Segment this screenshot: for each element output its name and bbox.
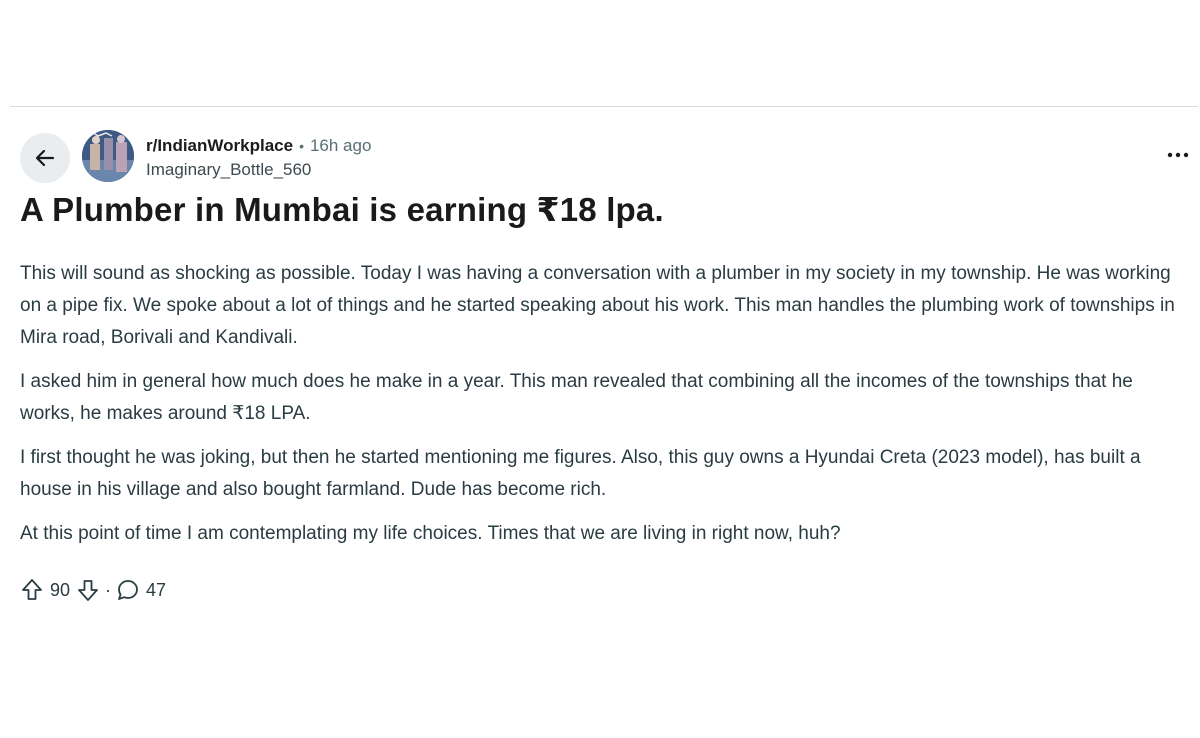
back-button[interactable] [20, 133, 70, 183]
post-meta: r/IndianWorkplace • 16h ago Imaginary_Bo… [146, 134, 371, 182]
avatar-image [82, 130, 134, 182]
subreddit-link[interactable]: r/IndianWorkplace [146, 136, 293, 156]
subreddit-avatar[interactable] [82, 130, 134, 182]
downvote-arrow-icon [78, 580, 98, 601]
vote-count: 90 [50, 579, 71, 600]
more-horizontal-icon [1167, 152, 1189, 158]
arrow-left-icon [35, 149, 55, 167]
upvote-arrow-icon [22, 579, 42, 600]
upvote-button[interactable] [20, 578, 44, 602]
top-divider [10, 106, 1198, 107]
overflow-menu-button[interactable] [1164, 144, 1192, 166]
meta-line: r/IndianWorkplace • 16h ago [146, 134, 371, 158]
downvote-button[interactable] [76, 578, 100, 602]
post-paragraph: At this point of time I am contemplating… [20, 523, 841, 544]
post-paragraph: This will sound as shocking as possible.… [20, 263, 1175, 348]
comment-count: 47 [146, 579, 167, 600]
comments-button[interactable]: 47 [116, 578, 166, 602]
meta-separator: • [299, 138, 304, 154]
post-body: This will sound as shocking as possible.… [20, 258, 1180, 562]
post-paragraph: I first thought he was joking, but then … [20, 447, 1141, 500]
post-actions: 90 · 47 [20, 576, 166, 604]
actions-separator: · [105, 579, 112, 600]
author-link[interactable]: Imaginary_Bottle_560 [146, 158, 371, 182]
comment-bubble-icon [118, 580, 138, 600]
post-timestamp: 16h ago [309, 136, 372, 155]
post-title: A Plumber in Mumbai is earning ₹18 lpa. [20, 191, 664, 228]
post-paragraph: I asked him in general how much does he … [20, 371, 1133, 424]
post-page: r/IndianWorkplace • 16h ago Imaginary_Bo… [0, 0, 1200, 738]
